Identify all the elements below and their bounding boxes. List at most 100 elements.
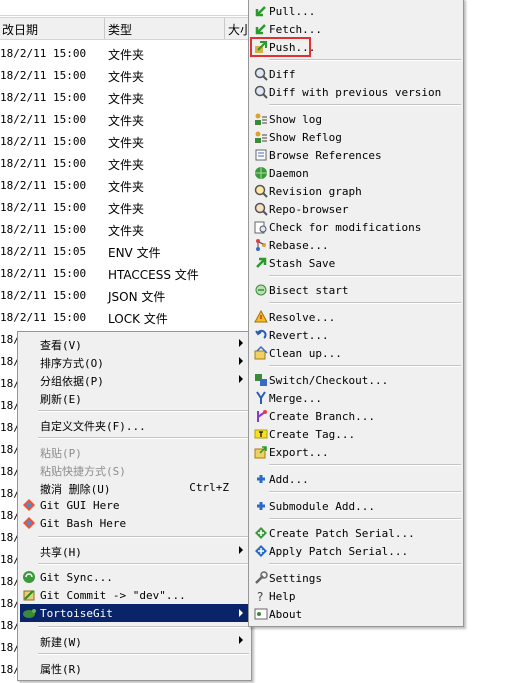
menu-separator <box>38 437 249 439</box>
menu-item-create-tag[interactable]: Create Tag... <box>251 425 461 443</box>
menu-label: TortoiseGit <box>40 607 113 620</box>
menu-item-add[interactable]: Add... <box>251 470 461 488</box>
file-row-partial[interactable]: 18/ <box>0 527 20 549</box>
row-type: 文件夹 <box>108 224 145 238</box>
menu-item-git-gui[interactable]: Git GUI Here <box>20 496 249 514</box>
menu-item-check-modifications[interactable]: Check for modifications <box>251 218 461 236</box>
menu-item-group-by[interactable]: 分组依据(P) <box>20 370 249 388</box>
file-row[interactable]: 18/2/11 15:00 文件夹 <box>0 175 250 197</box>
menu-item-refresh[interactable]: 刷新(E) <box>20 388 249 406</box>
menu-separator <box>38 410 249 412</box>
menu-item-pull[interactable]: Pull... <box>251 2 461 20</box>
submenu-arrow-icon <box>239 636 243 644</box>
file-row-partial[interactable]: 18/ <box>0 439 20 461</box>
menu-item-paste-shortcut[interactable]: 粘贴快捷方式(S) <box>20 460 249 478</box>
submodule-add-icon <box>257 502 265 510</box>
menu-label: Revert... <box>269 329 329 342</box>
file-row[interactable]: 18/2/11 15:00 文件夹 <box>0 131 250 153</box>
menu-label: Git Sync... <box>40 571 113 584</box>
col-modified-date[interactable]: 改日期 <box>2 21 38 38</box>
menu-item-diff[interactable]: Diff <box>251 65 461 83</box>
file-row[interactable]: 18/2/11 15:00 文件夹 <box>0 87 250 109</box>
menu-item-bisect-start[interactable]: Bisect start <box>251 281 461 299</box>
file-row[interactable]: 18/2/11 15:00 文件夹 <box>0 153 250 175</box>
context-menu: 查看(V) 排序方式(O) 分组依据(P) 刷新(E) 自定义文件夹(F)...… <box>17 331 252 681</box>
menu-item-undo-delete[interactable]: 撤消 删除(U) Ctrl+Z <box>20 478 249 496</box>
file-row[interactable]: 18/2/11 15:00 文件夹 <box>0 65 250 87</box>
menu-label: Add... <box>269 473 309 486</box>
menu-item-about[interactable]: About <box>251 605 461 623</box>
menu-item-create-patch-serial[interactable]: Create Patch Serial... <box>251 524 461 542</box>
menu-item-revert[interactable]: Revert... <box>251 326 461 344</box>
file-row[interactable]: 18/2/11 15:05 ENV 文件 <box>0 241 250 263</box>
file-row-partial[interactable]: 18/ <box>0 483 20 505</box>
menu-item-export[interactable]: Export... <box>251 443 461 461</box>
menu-item-view[interactable]: 查看(V) <box>20 334 249 352</box>
menu-label: Help <box>269 590 296 603</box>
file-row-partial[interactable]: 18/ <box>0 417 20 439</box>
menu-item-clean-up[interactable]: Clean up... <box>251 344 461 362</box>
file-row-partial[interactable]: 18/ <box>0 549 20 571</box>
file-row-partial[interactable]: 18/ <box>0 461 20 483</box>
row-date: 18/2/11 15:00 <box>0 135 87 148</box>
menu-item-properties[interactable]: 属性(R) <box>20 658 249 676</box>
file-row[interactable]: 18/2/11 15:00 文件夹 <box>0 197 250 219</box>
file-row[interactable]: 18/2/11 15:00 文件夹 <box>0 219 250 241</box>
file-row[interactable]: 18/2/11 15:00 文件夹 <box>0 109 250 131</box>
apply-patch-icon <box>255 545 267 557</box>
sync-icon <box>23 571 35 583</box>
menu-item-fetch[interactable]: Fetch... <box>251 20 461 38</box>
menu-item-customize-folder[interactable]: 自定义文件夹(F)... <box>20 415 249 433</box>
menu-item-repo-browser[interactable]: Repo-browser <box>251 200 461 218</box>
menu-item-git-sync[interactable]: Git Sync... <box>20 568 249 586</box>
file-row-partial[interactable]: 18/ <box>0 351 20 373</box>
menu-label: Daemon <box>269 167 309 180</box>
menu-item-tortoisegit[interactable]: TortoiseGit <box>20 604 249 622</box>
git-diamond-icon <box>23 517 35 529</box>
file-row[interactable]: 18/2/11 15:00 JSON 文件 <box>0 285 250 307</box>
menu-item-settings[interactable]: Settings <box>251 569 461 587</box>
menu-item-switch-checkout[interactable]: Switch/Checkout... <box>251 371 461 389</box>
file-row[interactable]: 18/2/11 15:00 文件夹 <box>0 43 250 65</box>
file-row-partial[interactable]: 18/ <box>0 395 20 417</box>
clean-up-icon <box>254 346 268 360</box>
menu-item-resolve[interactable]: Resolve... <box>251 308 461 326</box>
menu-separator <box>269 59 461 61</box>
menu-item-merge[interactable]: Merge... <box>251 389 461 407</box>
menu-label: Create Patch Serial... <box>269 527 415 540</box>
menu-item-git-commit[interactable]: Git Commit -> "dev"... <box>20 586 249 604</box>
file-row-partial[interactable]: 18/ <box>0 637 20 659</box>
menu-item-daemon[interactable]: Daemon <box>251 164 461 182</box>
menu-item-show-log[interactable]: Show log <box>251 110 461 128</box>
menu-item-apply-patch-serial[interactable]: Apply Patch Serial... <box>251 542 461 560</box>
revision-graph-icon <box>254 184 268 198</box>
menu-item-rebase[interactable]: Rebase... <box>251 236 461 254</box>
log-icon <box>255 113 267 125</box>
menu-item-show-reflog[interactable]: Show Reflog <box>251 128 461 146</box>
col-type[interactable]: 类型 <box>108 21 132 38</box>
file-row[interactable]: 18/2/11 15:00 HTACCESS 文件 <box>0 263 250 285</box>
commit-icon <box>23 590 35 601</box>
file-row-partial[interactable]: 18/ <box>0 373 20 395</box>
menu-item-help[interactable]: ? Help <box>251 587 461 605</box>
file-row[interactable]: 18/2/11 15:00 LOCK 文件 <box>0 307 250 329</box>
menu-item-sort-by[interactable]: 排序方式(O) <box>20 352 249 370</box>
file-row-partial[interactable]: 18/ <box>0 505 20 527</box>
menu-item-diff-previous[interactable]: Diff with previous version <box>251 83 461 101</box>
menu-item-submodule-add[interactable]: Submodule Add... <box>251 497 461 515</box>
menu-item-browse-references[interactable]: Browse References <box>251 146 461 164</box>
menu-item-create-branch[interactable]: Create Branch... <box>251 407 461 425</box>
menu-item-stash-save[interactable]: Stash Save <box>251 254 461 272</box>
menu-item-revision-graph[interactable]: Revision graph <box>251 182 461 200</box>
menu-item-new[interactable]: 新建(W) <box>20 631 249 649</box>
row-date: 18/2/11 15:00 <box>0 157 87 170</box>
file-row-partial[interactable]: 18/ <box>0 659 20 681</box>
row-date: 18/2/11 15:00 <box>0 201 87 214</box>
menu-item-git-bash[interactable]: Git Bash Here <box>20 514 249 532</box>
menu-item-paste[interactable]: 粘贴(P) <box>20 442 249 460</box>
file-row-partial[interactable]: 18/ <box>0 571 20 593</box>
file-row-partial[interactable]: 18/ <box>0 615 20 637</box>
menu-item-share[interactable]: 共享(H) <box>20 541 249 559</box>
file-row-partial[interactable]: 18/ <box>0 329 20 351</box>
file-row-partial[interactable]: 18/ <box>0 593 20 615</box>
